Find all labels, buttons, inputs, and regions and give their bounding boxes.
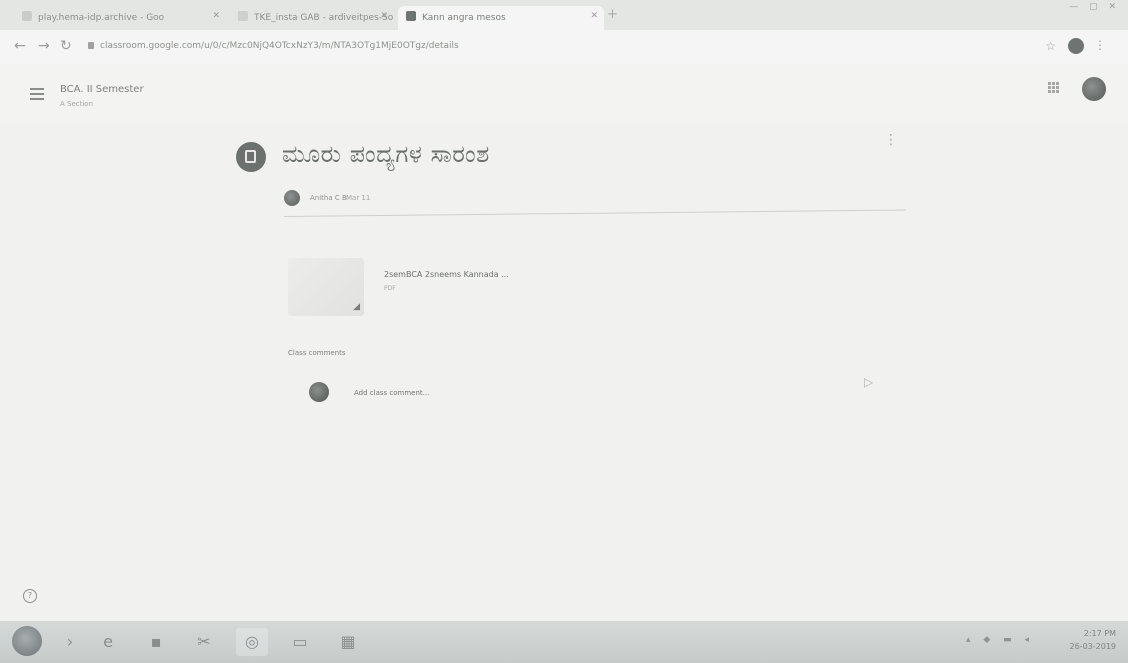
- divider: [283, 209, 906, 217]
- url-text: classroom.google.com/u/0/c/Mzc0NjQ4OTcxN…: [100, 41, 459, 51]
- more-vert-icon[interactable]: ⋮: [884, 132, 898, 148]
- address-bar: ← → ↻ classroom.google.com/u/0/c/Mzc0NjQ…: [0, 30, 1128, 65]
- attachment-thumbnail[interactable]: ◢: [288, 258, 364, 316]
- explorer-icon[interactable]: ▭: [284, 628, 316, 656]
- send-icon[interactable]: ▷: [864, 375, 873, 389]
- lock-icon: [88, 42, 94, 49]
- show-more-icon[interactable]: ›: [54, 628, 86, 656]
- new-tab-button[interactable]: +: [607, 7, 618, 22]
- ie-icon[interactable]: e: [92, 628, 124, 656]
- clock-date: 26-03-2019: [1069, 642, 1117, 651]
- tab-label: Kann angra mesos: [422, 13, 506, 23]
- app-icon[interactable]: ▦: [332, 628, 364, 656]
- browser-tab-2[interactable]: TKE_insta GAB - ardiveitpes-Soprs ✕: [230, 6, 394, 30]
- star-icon[interactable]: ☆: [1045, 39, 1056, 53]
- reload-icon[interactable]: ↻: [60, 38, 72, 54]
- attachment-name[interactable]: 2semBCA 2sneems Kannada ...: [384, 270, 509, 279]
- system-tray-icons[interactable]: ▴ ◆ ▬ ◂: [966, 635, 1034, 645]
- commenter-avatar: [309, 382, 329, 402]
- attachment-type: PDF: [384, 285, 396, 292]
- class-comments-label: Class comments: [288, 349, 346, 357]
- classroom-favicon-icon: [406, 11, 416, 21]
- apps-icon[interactable]: [1048, 82, 1062, 96]
- url-field[interactable]: classroom.google.com/u/0/c/Mzc0NjQ4OTcxN…: [88, 41, 459, 51]
- class-section: A Section: [60, 100, 94, 108]
- post-title: ಮೂರು ಪಂದ್ಯಗಳ ಸಾರಂಶ: [282, 140, 490, 168]
- tab-label: play.hema-idp.archive - Goo: [38, 13, 165, 23]
- forward-icon[interactable]: →: [38, 38, 50, 54]
- start-icon[interactable]: [12, 626, 42, 656]
- clock-time: 2:17 PM: [1083, 629, 1116, 638]
- window-controls[interactable]: — ▢ ✕: [1069, 2, 1120, 12]
- browser-tab-1[interactable]: play.hema-idp.archive - Goo ✕: [14, 6, 226, 30]
- tab-label: TKE_insta GAB - ardiveitpes-Soprs: [254, 13, 394, 23]
- browser-tab-3[interactable]: Kann angra mesos ✕: [398, 6, 604, 30]
- taskbar: › e ▪ ✂ ◎ ▭ ▦ ▴ ◆ ▬ ◂ 2:17 PM 26-03-2019: [0, 621, 1128, 663]
- author-avatar: [284, 190, 300, 206]
- account-avatar[interactable]: [1082, 77, 1106, 101]
- browser-menu-icon[interactable]: ⋮: [1094, 38, 1106, 52]
- chrome-icon[interactable]: ◎: [236, 628, 268, 656]
- assignment-icon: [236, 142, 266, 172]
- google-favicon-icon: [22, 11, 32, 21]
- comment-input[interactable]: [352, 384, 836, 402]
- clock[interactable]: 2:17 PM 26-03-2019: [1048, 627, 1117, 653]
- back-icon[interactable]: ←: [14, 38, 26, 54]
- close-tab-icon[interactable]: ✕: [212, 11, 220, 21]
- browser-tab-strip: play.hema-idp.archive - Goo ✕ TKE_insta …: [0, 0, 1128, 30]
- class-title[interactable]: BCA. II Semester: [60, 84, 144, 95]
- close-tab-icon[interactable]: ✕: [380, 11, 388, 21]
- close-tab-icon[interactable]: ✕: [590, 11, 598, 21]
- tool-icon[interactable]: ✂: [188, 628, 220, 656]
- page-favicon-icon: [238, 11, 248, 21]
- media-icon[interactable]: ▪: [140, 628, 172, 656]
- pdf-icon: ◢: [353, 302, 360, 312]
- post-date: Mar 11: [346, 194, 371, 202]
- hamburger-icon[interactable]: [30, 88, 44, 103]
- help-icon[interactable]: ?: [23, 589, 37, 603]
- browser-profile-avatar[interactable]: [1068, 38, 1084, 54]
- classroom-header: BCA. II Semester A Section: [0, 64, 1128, 124]
- author-name: Anitha C B: [310, 194, 347, 202]
